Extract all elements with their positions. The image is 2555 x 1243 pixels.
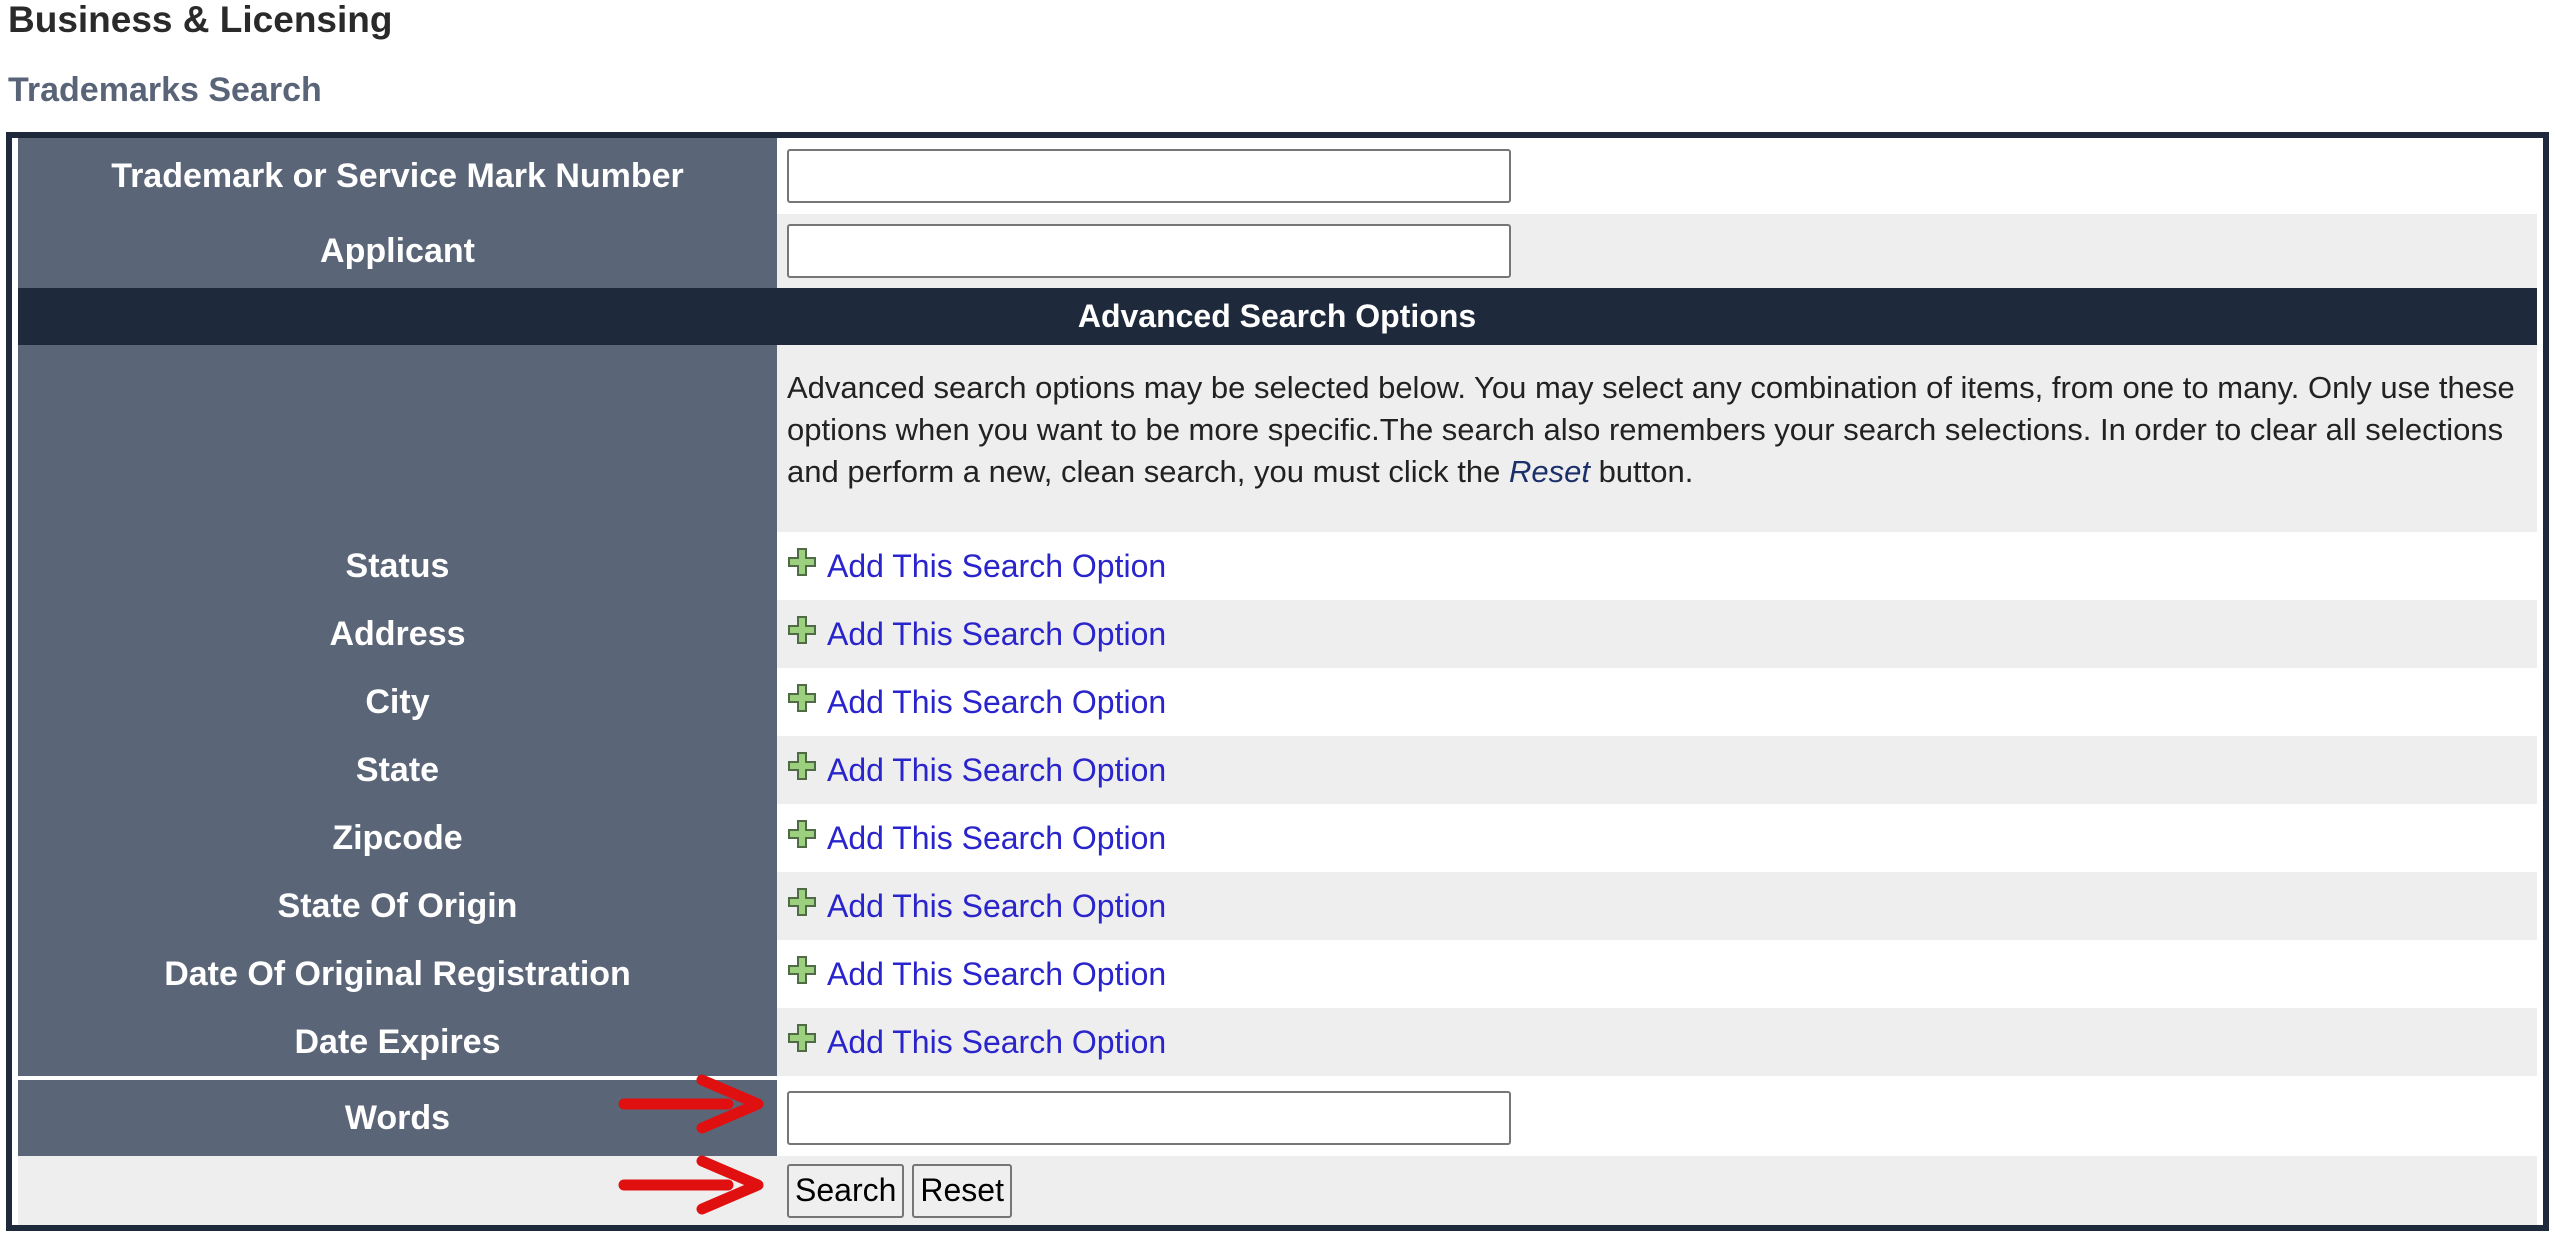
advanced-options-header: Advanced Search Options	[18, 288, 2537, 345]
option-row: Date Of Original Registration Add This Se…	[18, 940, 2537, 1008]
add-search-option-link[interactable]: Add This Search Option	[787, 684, 1166, 721]
search-form-table: Trademark or Service Mark Number Applica…	[6, 132, 2549, 1231]
arrow-right-icon	[618, 1074, 764, 1134]
arrow-right-icon	[618, 1155, 764, 1215]
advanced-description-row: Advanced search options may be selected …	[18, 345, 2537, 532]
add-search-option-link[interactable]: Add This Search Option	[787, 956, 1166, 993]
page-subtitle: Trademarks Search	[8, 71, 322, 109]
option-row: Date Expires Add This Search Option	[18, 1008, 2537, 1076]
search-button[interactable]: Search	[787, 1163, 905, 1218]
applicant-input[interactable]	[787, 224, 1511, 278]
advanced-options-heading: Advanced Search Options	[1077, 298, 1477, 334]
add-search-option-label: Add This Search Option	[827, 819, 1167, 856]
add-search-option-label: Add This Search Option	[827, 887, 1167, 924]
reset-emphasis: Reset	[1508, 454, 1590, 489]
option-label: Date Expires	[18, 1008, 777, 1076]
trademarks-search-page: Business & Licensing Trademarks Search T…	[0, 0, 2555, 1243]
plus-icon	[788, 1024, 816, 1052]
option-label: Status	[18, 532, 777, 600]
option-label: Date Of Original Registration	[18, 940, 777, 1008]
add-search-option-label: Add This Search Option	[827, 683, 1167, 720]
add-search-option-label: Add This Search Option	[827, 1023, 1167, 1060]
add-search-option-label: Add This Search Option	[827, 751, 1167, 788]
plus-icon	[788, 888, 816, 916]
add-search-option-link[interactable]: Add This Search Option	[787, 752, 1166, 789]
option-row: Zipcode Add This Search Option	[18, 804, 2537, 872]
add-search-option-label: Add This Search Option	[827, 615, 1167, 652]
plus-icon	[788, 820, 816, 848]
page-title: Business & Licensing	[8, 0, 393, 40]
applicant-row: Applicant	[18, 214, 2537, 288]
words-input[interactable]	[787, 1091, 1511, 1145]
reset-button[interactable]: Reset	[912, 1163, 1012, 1218]
option-row: State Add This Search Option	[18, 736, 2537, 804]
actions-row: Search Reset	[18, 1156, 2537, 1225]
option-label: Address	[18, 600, 777, 668]
add-search-option-label: Add This Search Option	[827, 547, 1167, 584]
plus-icon	[788, 548, 816, 576]
option-label: State	[18, 736, 777, 804]
option-label: State Of Origin	[18, 872, 777, 940]
option-row: Status Add This Search Option	[18, 532, 2537, 600]
mark-number-label: Trademark or Service Mark Number	[18, 138, 777, 214]
plus-icon	[788, 616, 816, 644]
option-label: City	[18, 668, 777, 736]
add-search-option-link[interactable]: Add This Search Option	[787, 820, 1166, 857]
option-row: Address Add This Search Option	[18, 600, 2537, 668]
add-search-option-link[interactable]: Add This Search Option	[787, 1024, 1166, 1061]
mark-number-row: Trademark or Service Mark Number	[18, 138, 2537, 214]
applicant-label: Applicant	[18, 214, 777, 288]
option-label: Zipcode	[18, 804, 777, 872]
option-row: City Add This Search Option	[18, 668, 2537, 736]
add-search-option-label: Add This Search Option	[827, 955, 1167, 992]
add-search-option-link[interactable]: Add This Search Option	[787, 616, 1166, 653]
plus-icon	[788, 752, 816, 780]
add-search-option-link[interactable]: Add This Search Option	[787, 548, 1166, 585]
option-row: State Of Origin Add This Search Option	[18, 872, 2537, 940]
add-search-option-link[interactable]: Add This Search Option	[787, 888, 1166, 925]
plus-icon	[788, 956, 816, 984]
words-row: Words	[18, 1080, 2537, 1156]
plus-icon	[788, 684, 816, 712]
advanced-description: Advanced search options may be selected …	[777, 345, 2537, 532]
mark-number-input[interactable]	[787, 149, 1511, 203]
